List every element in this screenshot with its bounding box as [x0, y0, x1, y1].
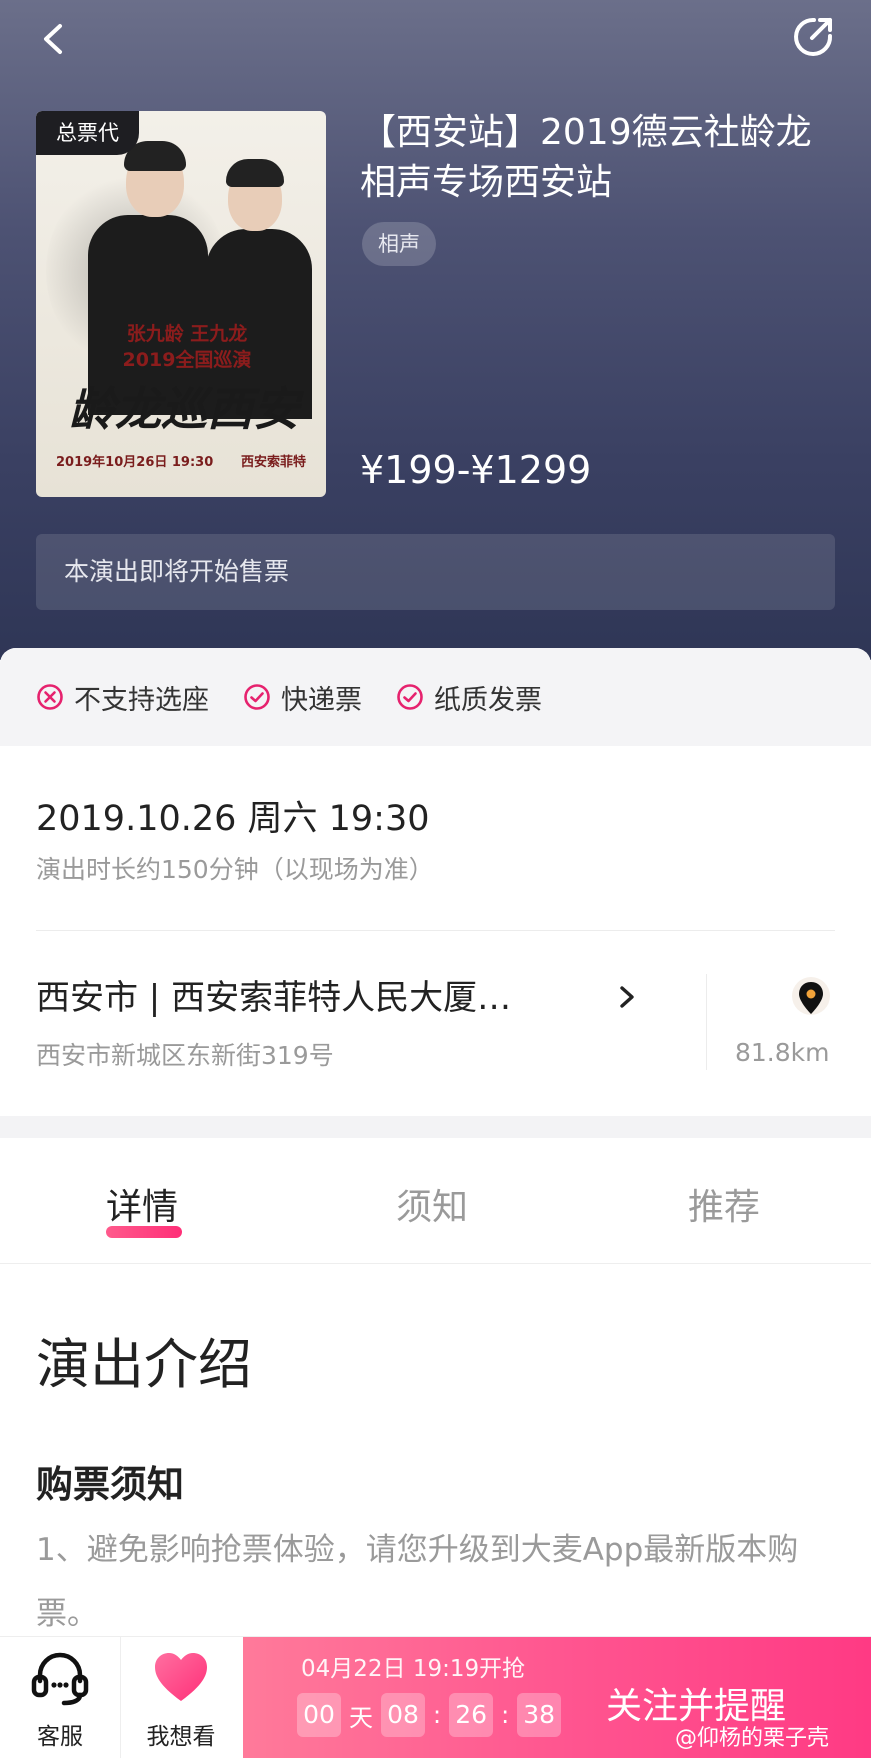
- feature-label: 纸质发票: [434, 684, 542, 716]
- poster-calligraphy: 龄龙巡西安: [69, 382, 299, 436]
- info-card: 不支持选座 快递票 纸质发票 2019.10.26 周六 19:30 演出时长约…: [0, 648, 871, 1118]
- section-gap: [0, 1116, 871, 1138]
- feature-label: 不支持选座: [74, 684, 209, 716]
- feature-express-ticket: 快递票: [243, 678, 362, 717]
- tab-recommend[interactable]: 推荐: [688, 1178, 760, 1230]
- show-poster[interactable]: 总票代 张九龄 王九龙 2019全国巡演 龄龙巡西安 2019年10月26日 1…: [36, 111, 326, 497]
- check-circle-icon: [397, 684, 423, 710]
- check-circle-icon: [244, 684, 270, 710]
- poster-badge: 总票代: [36, 111, 139, 155]
- countdown-colon: :: [501, 1701, 510, 1729]
- show-datetime[interactable]: 2019.10.26 周六 19:30: [36, 790, 430, 841]
- customer-service-button[interactable]: 客服: [0, 1637, 120, 1758]
- chevron-right-icon[interactable]: [614, 982, 640, 1012]
- hero-header: 总票代 张九龄 王九龙 2019全国巡演 龄龙巡西安 2019年10月26日 1…: [0, 0, 871, 660]
- tab-details[interactable]: 详情: [106, 1178, 178, 1230]
- headset-icon: [31, 1652, 89, 1706]
- vertical-divider: [706, 974, 707, 1070]
- countdown-hours: 08: [381, 1693, 425, 1737]
- map-pin-icon[interactable]: [790, 976, 832, 1022]
- venue-address: 西安市新城区东新街319号: [36, 1041, 334, 1070]
- poster-date: 2019年10月26日 19:30: [56, 455, 214, 470]
- tab-notice[interactable]: 须知: [396, 1178, 468, 1230]
- countdown-days: 00: [297, 1693, 341, 1737]
- venue-distance: 81.8km: [735, 1038, 830, 1067]
- section-title: 演出介绍: [36, 1333, 252, 1396]
- venue-name[interactable]: 西安市 | 西安索菲特人民大厦…: [36, 970, 576, 1019]
- show-title: 【西安站】2019德云社龄龙相声专场西安站: [360, 112, 812, 203]
- countdown-minutes: 26: [449, 1693, 494, 1737]
- divider: [36, 930, 835, 931]
- sale-start-time: 04月22日 19:19开抢: [301, 1656, 526, 1682]
- want-to-see-label: 我想看: [146, 1724, 216, 1750]
- customer-service-label: 客服: [37, 1724, 83, 1750]
- countdown: 00 天 08 : 26 : 38: [297, 1693, 562, 1737]
- feature-strip: 不支持选座 快递票 纸质发票: [0, 648, 871, 746]
- poster-names: 张九龄 王九龙 2019全国巡演: [122, 323, 252, 371]
- x-circle-icon: [37, 684, 63, 710]
- feature-label: 快递票: [281, 684, 362, 716]
- price-range: ¥199-¥1299: [360, 448, 592, 492]
- poster-performer-2-hair: [226, 159, 284, 187]
- feature-no-seat-selection: 不支持选座: [36, 678, 209, 717]
- tab-bar: 详情 须知 推荐: [0, 1138, 871, 1264]
- heart-icon: [155, 1653, 207, 1701]
- show-duration: 演出时长约150分钟（以现场为准）: [36, 855, 434, 884]
- sub-title: 购票须知: [36, 1463, 184, 1506]
- want-to-see-button[interactable]: 我想看: [121, 1637, 241, 1758]
- countdown-seconds: 38: [517, 1693, 562, 1737]
- sale-notice: 本演出即将开始售票: [36, 534, 835, 610]
- chevron-left-icon[interactable]: [30, 14, 80, 64]
- share-icon[interactable]: [790, 14, 836, 60]
- feature-paper-invoice: 纸质发票: [396, 678, 542, 717]
- poster-footer: 2019年10月26日 19:30 西安索菲特: [56, 451, 306, 470]
- poster-venue: 西安索菲特: [240, 455, 306, 470]
- category-tag[interactable]: 相声: [362, 222, 436, 266]
- countdown-day-unit: 天: [349, 1703, 373, 1732]
- body-text: 1、避免影响抢票体验，请您升级到大麦App最新版本购票。: [36, 1532, 799, 1632]
- watermark: @仰杨的栗子壳: [675, 1726, 830, 1751]
- countdown-colon: :: [433, 1701, 442, 1729]
